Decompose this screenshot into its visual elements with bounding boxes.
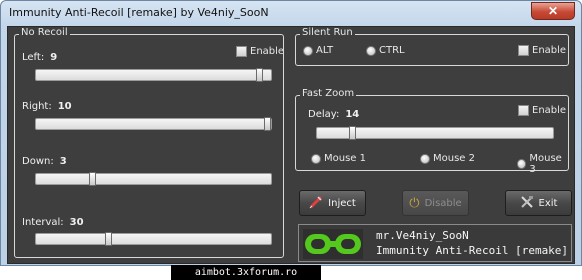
- watermark-banner: aimbot.3xforum.ro: [171, 265, 321, 280]
- app-window: Immunity Anti-Recoil [remake] by Ve4niy_…: [0, 0, 582, 266]
- left-value: 9: [50, 52, 58, 63]
- title-bar[interactable]: Immunity Anti-Recoil [remake] by Ve4niy_…: [1, 1, 581, 25]
- ctrl-radio[interactable]: CTRL: [366, 45, 405, 56]
- interval-slider[interactable]: [35, 232, 272, 246]
- slider-track: [35, 233, 272, 245]
- slider-thumb[interactable]: [88, 172, 96, 186]
- radio-dot: [366, 45, 376, 56]
- window-title: Immunity Anti-Recoil [remake] by Ve4niy_…: [9, 6, 269, 19]
- power-icon: ⏻: [409, 195, 420, 211]
- delay-slider[interactable]: [316, 126, 554, 140]
- alt-radio[interactable]: ALT: [303, 45, 333, 56]
- no-recoil-enable-checkbox[interactable]: Enable: [236, 46, 284, 57]
- mouse3-radio[interactable]: Mouse 3: [517, 153, 568, 175]
- radio-dot: [303, 45, 313, 56]
- disable-button[interactable]: ⏻ Disable: [402, 190, 469, 216]
- checkbox-box: [236, 46, 247, 57]
- right-slider[interactable]: [35, 117, 272, 131]
- slider-thumb[interactable]: [349, 126, 357, 140]
- silent-run-enable-checkbox[interactable]: Enable: [518, 45, 566, 56]
- interval-value: 30: [69, 217, 84, 228]
- delay-value: 14: [345, 109, 360, 120]
- logo-panel: mr.Ve4niy_SooN Immunity Anti-Recoil [rem…: [298, 224, 572, 262]
- delay-label: Delay: 14: [308, 109, 360, 120]
- left-slider[interactable]: [35, 68, 272, 82]
- checkbox-box: [518, 105, 529, 116]
- author-text: mr.Ve4niy_SooN: [376, 229, 469, 242]
- radio-label: Mouse 3: [529, 153, 562, 175]
- slider-thumb[interactable]: [263, 117, 271, 131]
- right-label: Right: 10: [22, 101, 72, 112]
- radio-dot: [517, 159, 527, 169]
- fast-zoom-enable-checkbox[interactable]: Enable: [518, 105, 566, 116]
- radio-label: ALT: [316, 45, 334, 56]
- fast-zoom-group: Fast Zoom Delay: 14 Enable Mouse 1 Mouse …: [295, 88, 569, 175]
- syringe-icon: [309, 195, 323, 212]
- inject-button[interactable]: Inject: [299, 190, 366, 216]
- slider-track: [35, 118, 272, 130]
- radio-dot: [311, 153, 321, 164]
- no-recoil-group: No Recoil Enable Left: 9 Right: 10 Down: 3: [14, 27, 284, 258]
- slider-thumb[interactable]: [255, 68, 263, 82]
- exit-button[interactable]: Exit: [505, 190, 572, 216]
- mouse2-radio[interactable]: Mouse 2: [420, 153, 475, 164]
- no-recoil-label: No Recoil: [19, 27, 70, 38]
- exit-label: Exit: [538, 197, 558, 209]
- tools-icon: [520, 195, 534, 212]
- down-slider[interactable]: [35, 172, 272, 186]
- silent-run-label: Silent Run: [300, 27, 355, 38]
- right-value: 10: [57, 101, 72, 112]
- mouse1-radio[interactable]: Mouse 1: [311, 153, 366, 164]
- checkbox-label: Enable: [250, 46, 285, 57]
- disable-label: Disable: [424, 197, 462, 209]
- radio-label: Mouse 1: [324, 153, 366, 164]
- glasses-logo-icon: [303, 229, 363, 259]
- checkbox-label: Enable: [532, 105, 567, 116]
- radio-label: Mouse 2: [433, 153, 475, 164]
- checkbox-box: [518, 45, 529, 56]
- radio-label: CTRL: [379, 45, 405, 56]
- fast-zoom-label: Fast Zoom: [300, 88, 357, 99]
- client-area: No Recoil Enable Left: 9 Right: 10 Down: 3: [7, 26, 575, 264]
- slider-track: [35, 69, 272, 81]
- down-label: Down: 3: [22, 156, 67, 167]
- close-button[interactable]: ✕: [531, 2, 575, 20]
- silent-run-group: Silent Run ALT CTRL Enable: [295, 27, 569, 66]
- interval-label: Interval: 30: [22, 217, 84, 228]
- down-value: 3: [59, 156, 67, 167]
- slider-track: [35, 173, 272, 185]
- radio-dot: [420, 153, 430, 164]
- inject-label: Inject: [328, 197, 356, 209]
- slider-thumb[interactable]: [104, 232, 112, 246]
- checkbox-label: Enable: [532, 45, 567, 56]
- product-text: Immunity Anti-Recoil [remake]: [376, 244, 569, 257]
- left-label: Left: 9: [22, 52, 58, 63]
